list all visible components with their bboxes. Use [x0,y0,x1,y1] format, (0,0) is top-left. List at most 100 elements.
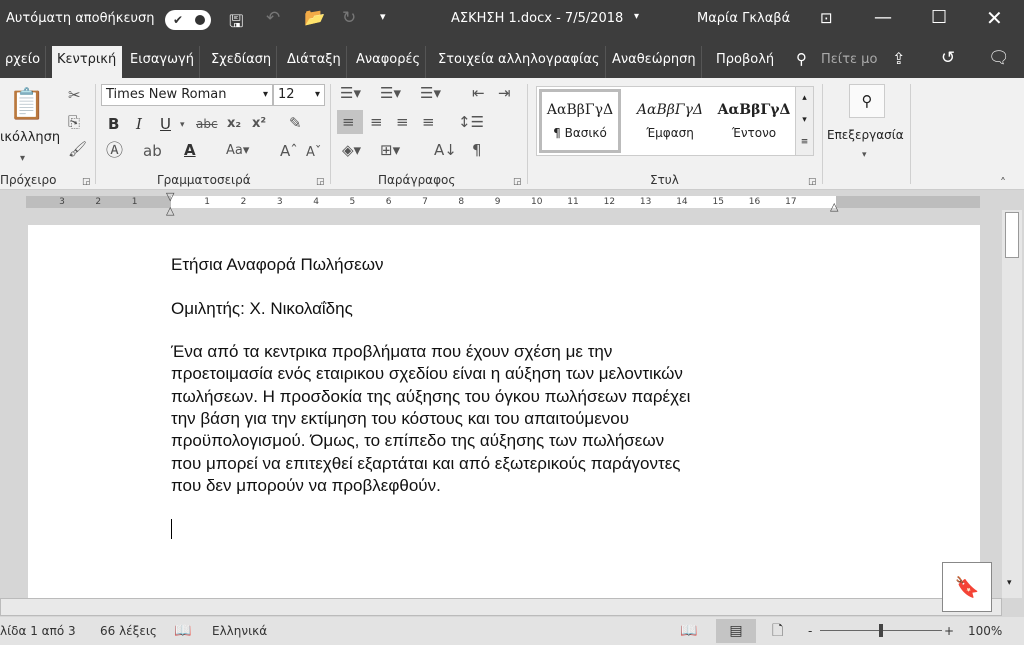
ribbon-display-options-icon[interactable]: ⊡ [820,9,833,27]
save-icon[interactable]: 🖫 [229,9,243,38]
horizontal-ruler[interactable]: 3 2 1 1 2 3 4 5 6 7 8 9 10 11 12 13 14 15 16 17 ▽ △ △ [26,190,980,217]
shrink-font-icon[interactable]: Aˇ [306,144,321,162]
paragraph-launcher-icon[interactable]: ◲ [513,173,522,191]
tab-file[interactable]: ρχείο [0,46,47,78]
clipboard-launcher-icon[interactable]: ◲ [82,173,91,191]
customize-qat-icon[interactable]: ▾ [380,10,386,23]
numbering-icon[interactable]: ☰▾ [380,84,401,102]
sort-icon[interactable]: A↓ [434,141,457,159]
minimize-icon[interactable]: — [874,7,892,28]
search-icon[interactable]: ⚲ [796,50,807,68]
bullets-icon[interactable]: ☰▾ [340,84,361,102]
document-page[interactable]: Ετήσια Αναφορά Πωλήσεων Ομιλητής: Χ. Νικ… [28,225,980,598]
proofing-icon[interactable]: 📖 [174,617,191,645]
right-indent-marker[interactable]: △ [830,200,838,213]
bold-icon[interactable]: B [108,115,119,133]
paste-icon[interactable]: 📋 [8,88,45,122]
cut-icon[interactable]: ✂ [68,86,81,104]
scroll-down-icon[interactable]: ▾ [1007,578,1012,588]
borders-icon[interactable]: ⊞▾ [380,141,400,159]
align-left-icon[interactable]: ≡ [337,110,363,134]
zoom-level[interactable]: 100% [968,617,1002,645]
styles-more-icon[interactable]: ≡ [796,131,813,153]
scroll-thumb[interactable] [1005,212,1019,258]
read-mode-icon[interactable]: 📖 [680,617,697,645]
word-count[interactable]: 66 λέξεις [100,617,157,645]
maximize-icon[interactable]: ☐ [931,7,947,28]
user-name[interactable]: Μαρία Γκλαβά [697,11,790,26]
styles-scroll-down-icon[interactable]: ▾ [796,109,813,131]
line-spacing-icon[interactable]: ↕☰ [458,113,484,131]
show-formatting-icon[interactable]: ¶ [472,141,482,159]
shading-icon[interactable]: ◈▾ [342,141,361,159]
increase-indent-icon[interactable]: ⇥ [498,84,511,102]
change-case-icon[interactable]: Aa▾ [226,142,249,160]
subscript-icon[interactable]: x₂ [227,115,241,133]
multilevel-list-icon[interactable]: ☰▾ [420,84,441,102]
tell-me-input[interactable]: Πείτε μο [821,52,877,67]
styles-launcher-icon[interactable]: ◲ [808,173,817,191]
underline-dropdown-icon[interactable]: ▾ [180,116,185,134]
copy-icon[interactable]: ⎘ [68,113,80,131]
font-size-select[interactable]: 12 ▾ [273,84,325,106]
autosave-toggle[interactable]: ✔ [165,10,211,30]
style-sample: ΑαΒβΓγΔ [546,102,614,118]
language[interactable]: Ελληνικά [212,617,267,645]
zoom-out-button[interactable]: - [808,617,812,645]
history-icon[interactable]: ↺ [941,48,955,68]
strikethrough-icon[interactable]: abc [196,115,218,133]
align-center-icon[interactable]: ≡ [370,113,383,131]
page-count[interactable]: λίδα 1 από 3 [0,617,76,645]
undo-icon[interactable]: ↶ [266,8,280,28]
styles-scroll-up-icon[interactable]: ▴ [796,87,813,109]
font-color-icon[interactable]: A [184,141,196,159]
tab-home[interactable]: Κεντρική [52,46,122,78]
open-folder-icon[interactable]: 📂 [304,8,325,28]
tab-mailings[interactable]: Στοιχεία αλληλογραφίας [433,46,606,78]
style-normal[interactable]: ΑαΒβΓγΔ ¶ Βασικό [539,89,621,153]
vertical-scrollbar[interactable]: ▴ ▾ [1002,210,1022,598]
paste-dropdown-icon[interactable]: ▾ [20,150,25,168]
document-title[interactable]: ΑΣΚΗΣΗ 1.docx - 7/5/2018 [451,11,623,26]
left-indent-marker[interactable]: △ [166,204,174,217]
text-effects-icon[interactable]: Ⓐ [106,142,123,160]
style-strong[interactable]: ΑαΒβΓγΔ Έντονο [715,89,793,153]
zoom-slider[interactable] [820,624,942,637]
style-emphasis[interactable]: ΑαΒβΓγΔ Έμφαση [627,89,713,153]
share-icon[interactable]: ⇪ [892,49,905,68]
highlight-icon[interactable]: ab [143,142,162,160]
superscript-icon[interactable]: x² [252,115,266,133]
font-launcher-icon[interactable]: ◲ [316,173,325,191]
zoom-slider-thumb[interactable] [879,624,883,637]
comments-icon[interactable]: 🗨 [988,48,1010,68]
underline-icon[interactable]: U [160,115,171,133]
bookmark-button[interactable]: 🔖 [942,562,992,612]
tab-references[interactable]: Αναφορές [351,46,427,78]
italic-icon[interactable]: I [136,115,142,133]
editing-button[interactable]: Επεξεργασία [827,128,904,142]
grow-font-icon[interactable]: Aˆ [280,142,298,160]
align-right-icon[interactable]: ≡ [396,113,409,131]
find-button[interactable]: ⚲ [849,84,885,118]
print-layout-icon[interactable]: ▤ [716,619,756,643]
tab-review[interactable]: Αναθεώρηση [607,46,702,78]
collapse-ribbon-icon[interactable]: ˄ [1000,174,1006,192]
tab-design[interactable]: Σχεδίαση [206,46,278,78]
clear-formatting-icon[interactable]: ✎ [289,114,302,132]
paste-button[interactable]: ικόλληση [0,130,60,145]
format-painter-icon[interactable]: 🖌 [68,140,87,158]
first-line-indent-marker[interactable]: ▽ [166,190,174,203]
tab-insert[interactable]: Εισαγωγή [125,46,200,78]
font-name-select[interactable]: Times New Roman ▾ [101,84,273,106]
decrease-indent-icon[interactable]: ⇤ [472,84,485,102]
web-layout-icon[interactable]: 🗋 [772,617,783,645]
editing-dropdown-icon[interactable]: ▾ [862,146,867,164]
tab-layout[interactable]: Διάταξη [282,46,347,78]
horizontal-scrollbar[interactable] [0,598,1002,616]
redo-icon[interactable]: ↻ [342,8,356,28]
tab-view[interactable]: Προβολή [711,46,779,78]
close-icon[interactable]: ✕ [986,6,1003,30]
zoom-in-button[interactable]: + [944,617,954,645]
justify-icon[interactable]: ≡ [422,113,435,131]
title-dropdown-icon[interactable]: ▾ [634,11,639,22]
